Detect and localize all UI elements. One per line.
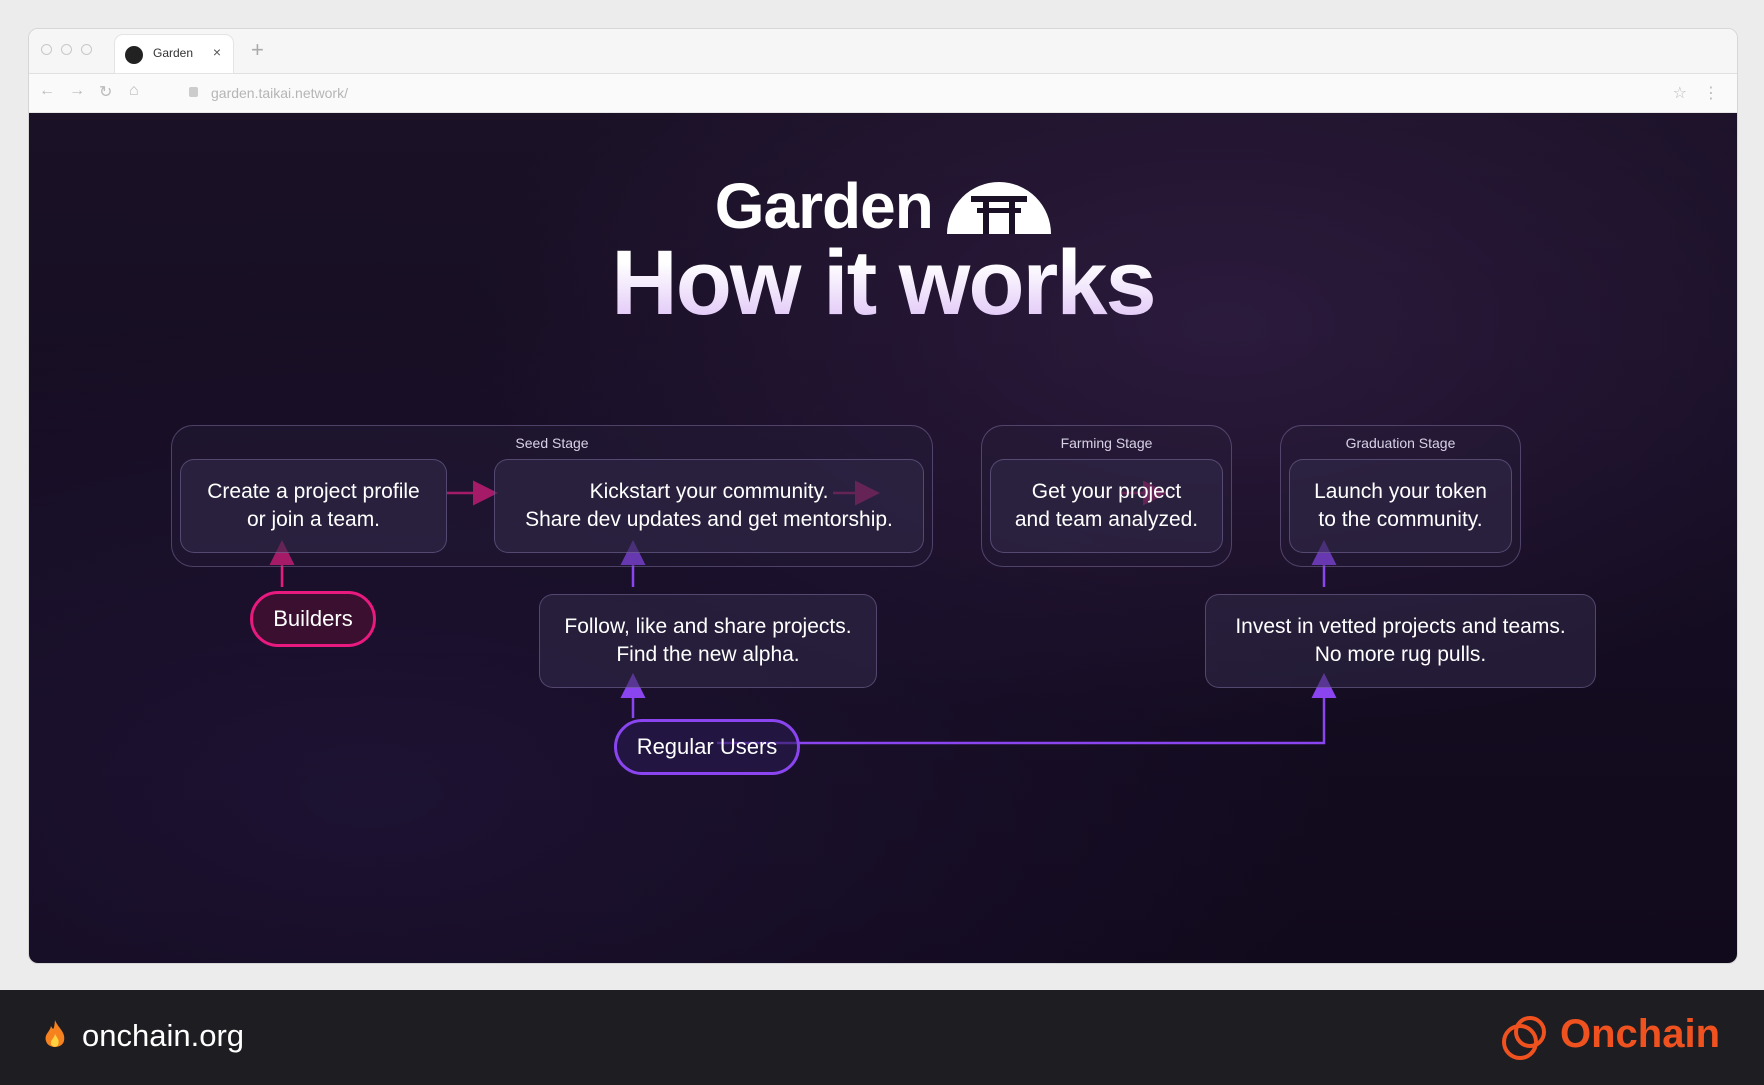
reload-icon[interactable]: ↻: [99, 82, 112, 102]
page-content: Garden How it works Seed Stage Farming S…: [29, 113, 1737, 963]
regular-users-pill: Regular Users: [614, 719, 800, 775]
create-line-2: or join a team.: [246, 508, 381, 531]
window-minimize-dot[interactable]: [61, 44, 72, 55]
kickstart-line-1: Kickstart your community.: [589, 480, 829, 503]
tab-close-icon[interactable]: ×: [213, 44, 221, 60]
fire-icon: [45, 1020, 65, 1047]
url-field[interactable]: garden.taikai.network/: [211, 85, 348, 101]
back-icon[interactable]: ←: [39, 82, 55, 100]
window-maximize-dot[interactable]: [81, 44, 92, 55]
footer-bar: onchain.org Onchain: [0, 990, 1764, 1085]
onchain-logo-icon: [1502, 1016, 1546, 1060]
lock-icon: [189, 87, 198, 97]
invest-line-1: Invest in vetted projects and teams.: [1235, 615, 1566, 638]
site-url[interactable]: onchain.org: [82, 1018, 244, 1054]
builders-pill: Builders: [250, 591, 376, 647]
follow-line-2: Find the new alpha.: [616, 643, 800, 666]
launch-box: Launch your token to the community.: [1289, 459, 1512, 553]
browser-menu-icon[interactable]: ⋮: [1703, 83, 1719, 103]
analyzed-line-2: and team analyzed.: [1014, 508, 1199, 531]
browser-window: Garden × + ← → ↻ ⌂ garden.taikai.network…: [28, 28, 1738, 964]
launch-line-2: to the community.: [1318, 508, 1483, 531]
onchain-brand: Onchain: [1560, 1012, 1721, 1056]
home-icon[interactable]: ⌂: [129, 82, 139, 100]
invest-box: Invest in vetted projects and teams. No m…: [1205, 594, 1596, 688]
analyzed-line-1: Get your project: [1031, 480, 1182, 503]
kickstart-line-2: Share dev updates and get mentorship.: [525, 508, 893, 531]
create-line-1: Create a project profile: [207, 480, 420, 503]
bookmark-star-icon[interactable]: ☆: [1673, 83, 1687, 103]
analyzed-box: Get your project and team analyzed.: [990, 459, 1223, 553]
garden-tab-icon: [125, 46, 143, 64]
invest-line-2: No more rug pulls.: [1314, 643, 1487, 666]
tab-garden[interactable]: Garden ×: [115, 35, 233, 73]
launch-line-1: Launch your token: [1314, 480, 1487, 503]
address-bar: ← → ↻ ⌂ garden.taikai.network/ ☆ ⋮: [29, 74, 1737, 113]
forward-icon[interactable]: →: [69, 82, 85, 100]
new-tab-button[interactable]: +: [251, 37, 264, 63]
follow-box: Follow, like and share projects. Find the…: [539, 594, 877, 688]
farming-stage-label: Farming Stage: [1060, 435, 1153, 451]
tab-title: Garden: [153, 46, 194, 60]
kickstart-box: Kickstart your community. Share dev updat…: [494, 459, 924, 553]
window-close-dot[interactable]: [41, 44, 52, 55]
graduation-stage-label: Graduation Stage: [1345, 435, 1456, 451]
tab-bar: Garden × +: [29, 29, 1737, 74]
create-profile-box: Create a project profile or join a team.: [180, 459, 447, 553]
follow-line-1: Follow, like and share projects.: [564, 615, 852, 638]
seed-stage-label: Seed Stage: [515, 435, 589, 451]
